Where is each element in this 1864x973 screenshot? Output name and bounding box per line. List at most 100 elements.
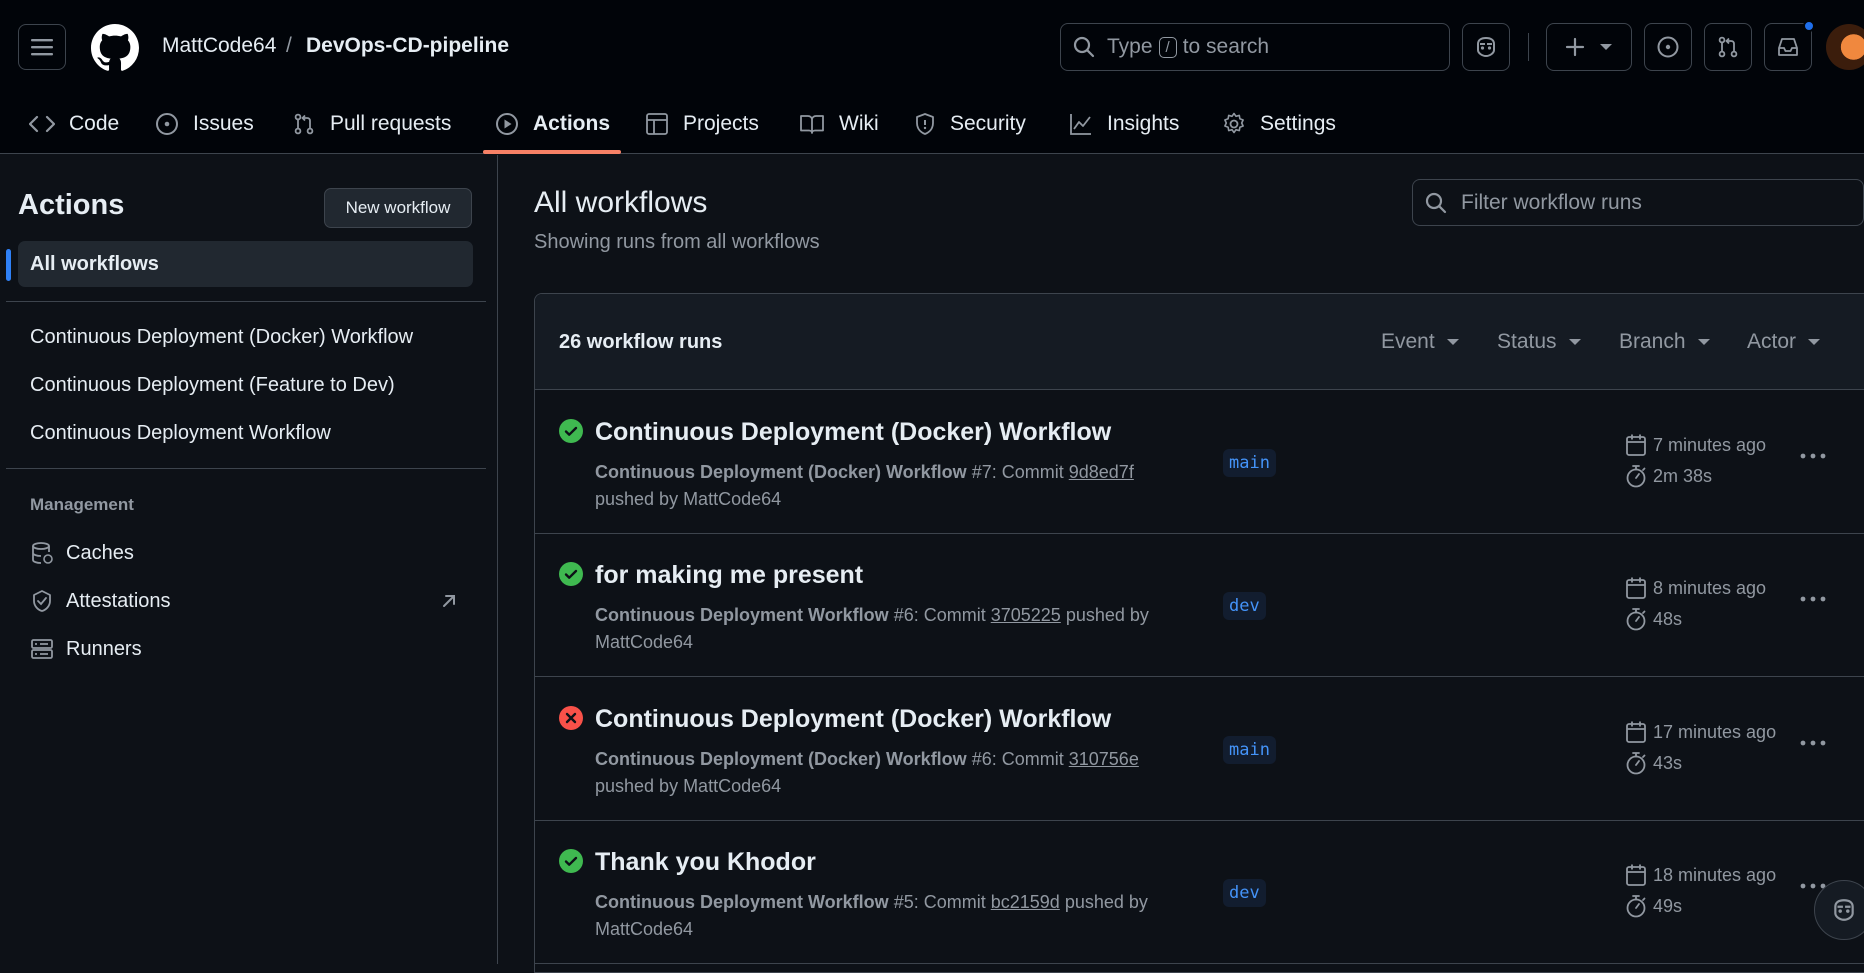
branch-label[interactable]: dev — [1223, 592, 1266, 620]
tab-insights[interactable]: Insights — [1069, 94, 1179, 154]
run-pusher: pushed by MattCode64 — [595, 489, 782, 509]
search-prefix: Type — [1107, 35, 1153, 58]
status-filter-dropdown[interactable]: Status — [1497, 330, 1581, 354]
run-menu-button[interactable] — [1793, 441, 1833, 471]
filter-label: Event — [1381, 330, 1435, 353]
tab-label: Security — [950, 112, 1026, 135]
notification-dot — [1803, 20, 1815, 32]
run-duration: 48s — [1625, 607, 1682, 631]
branch-label[interactable]: main — [1223, 449, 1276, 477]
external-link-icon — [443, 595, 455, 607]
search-icon — [1073, 36, 1095, 58]
issue-opened-icon — [1657, 36, 1679, 58]
run-meta: Continuous Deployment (Docker) Workflow … — [595, 746, 1195, 800]
runs-count: 26 workflow runs — [559, 331, 723, 353]
tab-label: Projects — [683, 112, 759, 135]
run-meta: Continuous Deployment Workflow #5: Commi… — [595, 889, 1195, 943]
page-title: All workflows — [534, 186, 708, 219]
new-workflow-button[interactable]: New workflow — [324, 188, 472, 228]
commit-sha-link[interactable]: bc2159d — [991, 892, 1060, 912]
run-menu-button[interactable] — [1793, 584, 1833, 614]
sidebar-item-label: Runners — [66, 637, 142, 660]
branch-label[interactable]: main — [1223, 736, 1276, 764]
run-when: 7 minutes ago — [1653, 434, 1767, 455]
kebab-horizontal-icon — [1800, 740, 1826, 746]
run-number: #6: Commit — [971, 749, 1064, 769]
tab-label: Insights — [1107, 112, 1180, 135]
tab-projects[interactable]: Projects — [645, 94, 759, 154]
tab-label: Actions — [533, 112, 611, 135]
database-icon — [32, 542, 53, 564]
graph-icon — [1070, 114, 1091, 135]
chevron-down-icon — [1808, 339, 1821, 345]
tab-pull-requests[interactable]: Pull requests — [292, 94, 451, 154]
run-meta: Continuous Deployment (Docker) Workflow … — [595, 459, 1195, 513]
commit-sha-link[interactable]: 9d8ed7f — [1069, 462, 1134, 482]
sidebar-item-all-workflows[interactable]: All workflows — [18, 241, 473, 287]
management-heading: Management — [30, 495, 134, 514]
workflow-run-row[interactable]: Continuous Deployment (Docker) Workflow … — [535, 678, 1864, 821]
workflow-run-row[interactable]: for making me present Continuous Deploym… — [535, 534, 1864, 677]
filter-label: Status — [1497, 330, 1557, 353]
commit-sha-link[interactable]: 310756e — [1069, 749, 1139, 769]
book-icon — [800, 115, 824, 134]
check-circle-icon — [559, 849, 583, 873]
run-title-link[interactable]: Thank you Khodor — [595, 848, 816, 877]
workflow-run-row[interactable]: Thank you Khodor Continuous Deployment W… — [535, 821, 1864, 964]
branch-filter-dropdown[interactable]: Branch — [1619, 330, 1710, 354]
filter-workflow-runs-input[interactable]: Filter workflow runs — [1412, 179, 1864, 226]
sidebar-item-label: All workflows — [30, 252, 159, 275]
run-workflow-name: Continuous Deployment Workflow — [595, 605, 889, 625]
run-title-link[interactable]: Continuous Deployment (Docker) Workflow — [595, 418, 1111, 447]
sidebar-item-feature-to-dev-workflow[interactable]: Continuous Deployment (Feature to Dev) — [30, 374, 430, 397]
server-icon — [31, 639, 53, 659]
branch-label[interactable]: dev — [1223, 879, 1266, 907]
tab-wiki[interactable]: Wiki — [799, 94, 879, 154]
run-menu-button[interactable] — [1793, 728, 1833, 758]
pull-requests-button[interactable] — [1704, 23, 1752, 71]
actor-filter-dropdown[interactable]: Actor — [1747, 330, 1821, 354]
calendar-icon — [1626, 721, 1646, 743]
create-new-button[interactable] — [1546, 23, 1632, 71]
sidebar-item-label: Caches — [66, 541, 134, 564]
run-timestamp: 17 minutes ago — [1625, 720, 1776, 744]
tab-issues[interactable]: Issues — [155, 94, 254, 154]
calendar-icon — [1626, 577, 1646, 599]
run-workflow-name: Continuous Deployment Workflow — [595, 892, 889, 912]
pull-request-icon — [294, 113, 314, 135]
repo-name-link[interactable]: DevOps-CD-pipeline — [306, 34, 509, 58]
global-search-input[interactable]: Type / to search — [1060, 23, 1450, 71]
menu-button[interactable] — [18, 24, 66, 70]
run-title-link[interactable]: Continuous Deployment (Docker) Workflow — [595, 705, 1111, 734]
filter-label: Actor — [1747, 330, 1797, 353]
workflow-run-row[interactable]: Continuous Deployment (Docker) Workflow … — [535, 391, 1864, 534]
run-title-link[interactable]: for making me present — [595, 561, 863, 590]
sidebar-item-cd-workflow[interactable]: Continuous Deployment Workflow — [30, 422, 430, 445]
search-shortcut-key: / — [1158, 36, 1177, 58]
chevron-down-icon — [1568, 339, 1581, 345]
copilot-button[interactable] — [1462, 23, 1510, 71]
filter-placeholder: Filter workflow runs — [1461, 190, 1642, 214]
tab-code[interactable]: Code — [29, 94, 119, 154]
run-timestamp: 8 minutes ago — [1625, 576, 1766, 600]
path-separator: / — [286, 34, 292, 57]
tab-settings[interactable]: Settings — [1222, 94, 1336, 154]
sidebar-item-attestations[interactable]: Attestations — [30, 586, 171, 616]
user-avatar[interactable] — [1826, 24, 1864, 70]
event-filter-dropdown[interactable]: Event — [1381, 330, 1459, 354]
gear-icon — [1224, 112, 1244, 134]
page-subtitle: Showing runs from all workflows — [534, 231, 820, 253]
github-logo-icon[interactable] — [91, 24, 139, 72]
tab-label: Settings — [1260, 112, 1336, 135]
tab-security[interactable]: Security — [914, 94, 1026, 154]
sidebar-item-caches[interactable]: Caches — [30, 538, 134, 568]
header-divider — [1528, 33, 1529, 61]
repo-owner-link[interactable]: MattCode64 — [162, 34, 276, 58]
active-tab-indicator — [483, 150, 621, 154]
kebab-horizontal-icon — [1800, 453, 1826, 459]
sidebar-item-docker-workflow[interactable]: Continuous Deployment (Docker) Workflow — [30, 326, 430, 349]
commit-sha-link[interactable]: 3705225 — [991, 605, 1061, 625]
tab-actions[interactable]: Actions — [495, 94, 610, 154]
sidebar-item-runners[interactable]: Runners — [30, 634, 142, 664]
issues-button[interactable] — [1644, 23, 1692, 71]
